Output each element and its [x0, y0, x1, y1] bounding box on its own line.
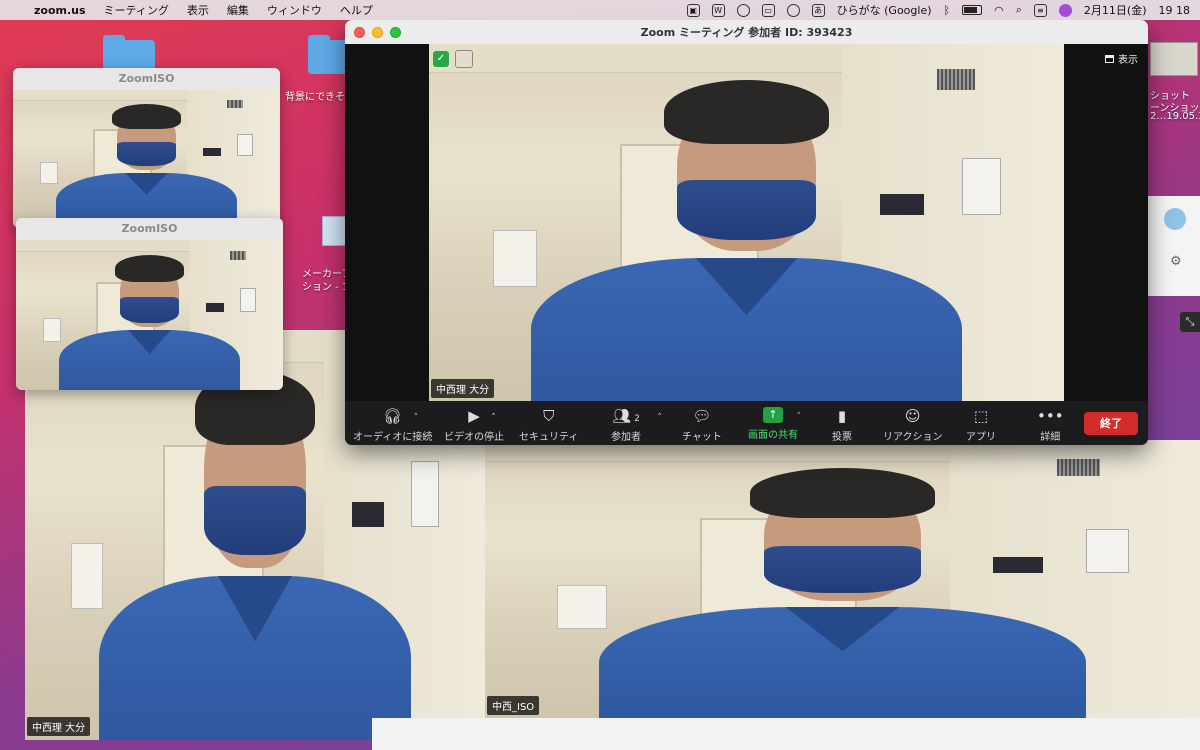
status-globe-icon[interactable] [736, 3, 750, 17]
zoom-window-title: Zoom ミーティング 参加者 ID: 393423 [640, 26, 853, 39]
apps-button-label: アプリ [966, 432, 996, 443]
status-recorder-icon[interactable]: W [711, 3, 725, 17]
share-screen-button-label: 画面の共有 [748, 430, 798, 441]
desktop-file-thumbnail[interactable] [322, 216, 346, 246]
settings-gear-icon[interactable]: ⚙ [1170, 254, 1182, 269]
audio-button[interactable]: 🎧︎ ˄ オーディオに接続 [353, 407, 432, 443]
encryption-shield-icon[interactable]: ✓ [433, 51, 449, 67]
status-window-icon[interactable]: ▭ [761, 3, 775, 17]
menu-app-name[interactable]: zoom.us [34, 4, 86, 17]
apps-button[interactable]: ⬚ アプリ [966, 407, 996, 443]
menu-window[interactable]: ウィンドウ [267, 2, 322, 18]
apps-grid-icon: ⬚ [973, 407, 989, 425]
bottom-window-strip [372, 718, 1200, 750]
participant-name-tag-right: 中西_ISO [487, 696, 540, 715]
zoomiso-window-2-title: ZoomISO [16, 218, 283, 240]
participants-button-label: 参加者 [611, 432, 641, 443]
stop-video-button[interactable]: ▶︎ ˄ ビデオの停止 [444, 407, 504, 443]
active-speaker-video: 中西理 大分 [429, 44, 1064, 401]
stop-video-button-label: ビデオの停止 [444, 432, 504, 443]
menu-date[interactable]: 2月11日(金) [1084, 2, 1147, 18]
background-video-right: 中西_ISO [485, 440, 1200, 718]
speaker-name-tag: 中西理 大分 [431, 379, 495, 398]
zoomiso-video-2 [16, 240, 283, 390]
poll-button[interactable]: ▮ 投票 [832, 407, 852, 443]
video-camera-icon: ▶︎ ˄ [468, 407, 496, 425]
poll-button-label: 投票 [832, 432, 852, 443]
zoom-title-bar[interactable]: Zoom ミーティング 参加者 ID: 393423 [345, 20, 1148, 44]
more-button[interactable]: ••• 詳細 [1037, 407, 1064, 443]
avatar-icon[interactable] [1164, 208, 1186, 230]
meeting-toolbar: 🎧︎ ˄ オーディオに接続 ▶︎ ˄ ビデオの停止 ⛉ セキュリティ 👥︎ 2 ˄ 参加… [345, 401, 1148, 445]
video-options-chevron-icon[interactable]: ˄ [491, 409, 496, 427]
security-button[interactable]: ⛉ セキュリティ [519, 407, 578, 443]
zoom-meeting-window[interactable]: Zoom ミーティング 参加者 ID: 393423 中西理 大分 ✓ ⊞ 表示… [345, 20, 1148, 445]
reactions-button[interactable]: ☺︎ リアクション [883, 407, 943, 443]
view-button[interactable]: 表示 [1105, 51, 1138, 66]
security-shield-icon: ⛉ [543, 407, 555, 425]
participants-count: 2 [634, 414, 640, 424]
zoomiso-window-1-title: ZoomISO [13, 68, 280, 90]
zoomiso-window-2[interactable]: ZoomISO [16, 218, 283, 390]
zoomiso-video-1 [13, 90, 280, 228]
desktop-screenshot-label-3[interactable]: 2…19.05.34 [1150, 111, 1200, 122]
participants-options-chevron-icon[interactable]: ˄ [657, 409, 662, 427]
meeting-info-grid-icon[interactable]: ⊞ [455, 50, 473, 68]
menu-help[interactable]: ヘルプ [340, 2, 373, 18]
participant-name-tag-left: 中西理 大分 [27, 717, 91, 736]
chat-bubble-icon: 💬︎ [692, 407, 712, 425]
more-button-label: 詳細 [1040, 432, 1061, 443]
security-button-label: セキュリティ [519, 432, 579, 443]
input-method-label[interactable]: ひらがな (Google) [837, 2, 932, 18]
audio-button-label: オーディオに接続 [353, 432, 433, 443]
reaction-smiley-icon: ☺︎ [904, 407, 921, 425]
status-play-icon[interactable] [786, 3, 800, 17]
participants-button[interactable]: 👥︎ 2 ˄ 参加者 [611, 407, 662, 443]
status-zoom-icon[interactable]: ▣ [686, 3, 700, 17]
view-button-label: 表示 [1118, 55, 1138, 66]
wifi-icon[interactable]: ◠ [994, 4, 1004, 17]
spotlight-icon[interactable]: ⌕ [1016, 3, 1022, 17]
share-screen-arrow-icon: ↑ ˄ [763, 407, 801, 423]
battery-icon[interactable] [962, 5, 983, 15]
menu-edit[interactable]: 編集 [227, 2, 249, 18]
bluetooth-icon[interactable]: ᛒ [944, 4, 951, 17]
input-method-icon[interactable]: あ [811, 3, 825, 17]
siri-icon[interactable] [1058, 3, 1072, 17]
menu-meeting[interactable]: ミーティング [104, 2, 169, 18]
end-meeting-button[interactable]: 終了 [1084, 412, 1138, 435]
side-app-panel: ⚙ [1148, 196, 1200, 296]
menu-bar: zoom.us ミーティング 表示 編集 ウィンドウ ヘルプ ▣ W ▭ あ ひ… [0, 0, 1200, 20]
chat-button[interactable]: 💬︎ チャット [682, 407, 722, 443]
share-screen-button[interactable]: ↑ ˄ 画面の共有 [748, 407, 801, 441]
reactions-button-label: リアクション [883, 432, 943, 443]
headphone-icon: 🎧︎ ˄ [383, 407, 419, 425]
zoomiso-window-1[interactable]: ZoomISO [13, 68, 280, 228]
more-dots-icon: ••• [1037, 407, 1064, 425]
menu-time[interactable]: 19 18 [1159, 4, 1191, 17]
audio-options-chevron-icon[interactable]: ˄ [414, 409, 419, 427]
chat-button-label: チャット [682, 432, 722, 443]
participants-icon: 👥︎ 2 ˄ [612, 407, 662, 425]
meeting-video-area[interactable]: 中西理 大分 ✓ ⊞ 表示 [345, 44, 1148, 401]
resize-arrows-icon[interactable]: ⤡ [1180, 312, 1200, 332]
desktop-screenshot-thumbnail[interactable] [1150, 42, 1198, 76]
menu-view[interactable]: 表示 [187, 2, 209, 18]
share-options-chevron-icon[interactable]: ˄ [797, 409, 802, 425]
control-center-icon[interactable]: ≡ [1033, 3, 1047, 17]
view-layout-icon [1105, 54, 1114, 63]
poll-chart-icon: ▮ [837, 407, 847, 425]
